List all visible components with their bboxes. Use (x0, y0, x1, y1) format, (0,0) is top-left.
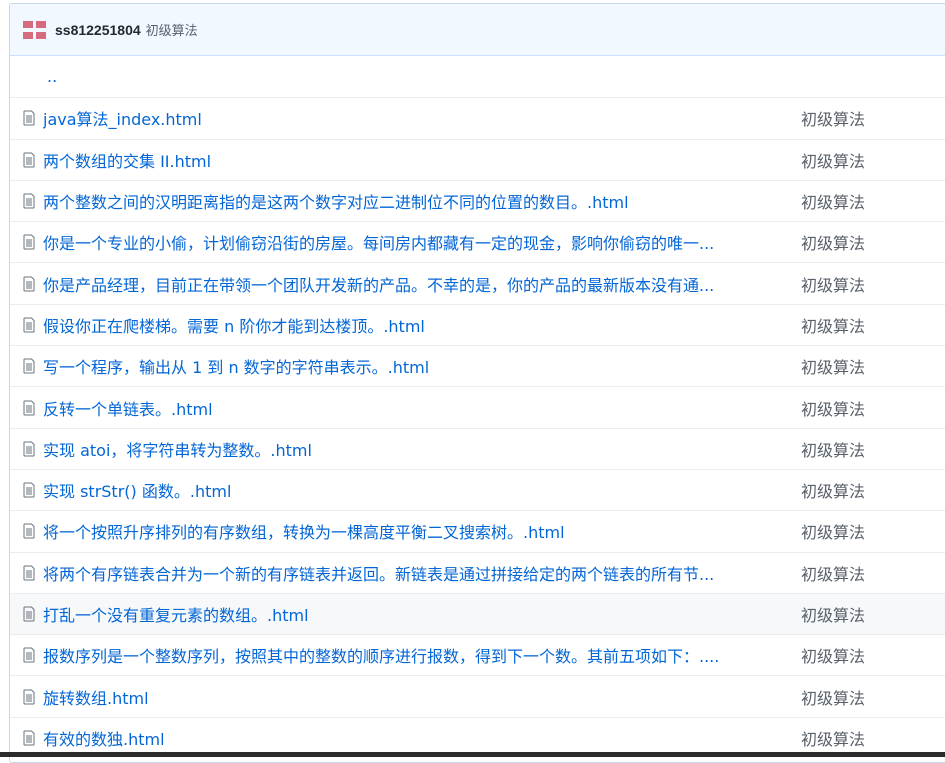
file-commit-message[interactable]: 初级算法 (801, 189, 865, 213)
file-icon (22, 358, 36, 374)
file-name-link[interactable]: 实现 atoi，将字符串转为整数。.html (43, 437, 781, 461)
file-row[interactable]: 报数序列是一个整数序列，按照其中的整数的顺序进行报数，得到下一个数。其前五项如下… (10, 634, 945, 675)
file-icon (22, 606, 36, 622)
file-list: java算法_index.html 初级算法 两个数组的交集 II.html 初级算法… (10, 97, 945, 758)
file-name-link[interactable]: 将一个按照升序排列的有序数组，转换为一棵高度平衡二叉搜索树。.html (43, 519, 781, 543)
file-commit-message[interactable]: 初级算法 (801, 437, 865, 461)
file-icon (22, 234, 36, 250)
file-name-link[interactable]: 写一个程序，输出从 1 到 n 数字的字符串表示。.html (43, 354, 781, 378)
file-icon (22, 482, 36, 498)
file-name-link[interactable]: 旋转数组.html (43, 685, 781, 709)
file-icon (22, 730, 36, 746)
file-row[interactable]: java算法_index.html 初级算法 (10, 97, 945, 138)
file-icon (22, 110, 36, 126)
file-name-link[interactable]: 有效的数独.html (43, 726, 781, 750)
file-browser-panel: ss812251804 初级算法 .. java算法_index.html 初级算… (9, 3, 945, 763)
file-row[interactable]: 两个整数之间的汉明距离指的是这两个数字对应二进制位不同的位置的数目。.html 初… (10, 179, 945, 221)
latest-commit-header: ss812251804 初级算法 (10, 4, 945, 56)
file-icon (22, 152, 36, 168)
taskbar-edge (0, 752, 945, 757)
file-icon (22, 276, 36, 292)
file-icon (22, 441, 36, 457)
file-row[interactable]: 反转一个单链表。.html 初级算法 (10, 386, 945, 427)
file-commit-message[interactable]: 初级算法 (801, 519, 865, 543)
file-row[interactable]: 将两个有序链表合并为一个新的有序链表并返回。新链表是通过拼接给定的两个链表的所有… (10, 551, 945, 593)
file-icon (22, 689, 36, 705)
user-avatar-icon[interactable] (23, 20, 46, 39)
file-icon (22, 193, 36, 209)
file-row[interactable]: 你是产品经理，目前正在带领一个团队开发新的产品。不幸的是，你的产品的最新版本没有… (10, 262, 945, 303)
file-commit-message[interactable]: 初级算法 (801, 396, 865, 420)
parent-directory-link[interactable]: .. (47, 67, 57, 86)
file-icon (22, 317, 36, 333)
file-commit-message[interactable]: 初级算法 (801, 106, 865, 130)
commit-author[interactable]: ss812251804 (55, 22, 141, 38)
file-commit-message[interactable]: 初级算法 (801, 685, 865, 709)
file-name-link[interactable]: 打乱一个没有重复元素的数组。.html (43, 602, 781, 626)
file-commit-message[interactable]: 初级算法 (801, 230, 865, 254)
file-commit-message[interactable]: 初级算法 (801, 272, 865, 296)
file-icon (22, 523, 36, 539)
file-name-link[interactable]: 假设你正在爬楼梯。需要 n 阶你才能到达楼顶。.html (43, 313, 781, 337)
file-row[interactable]: 实现 atoi，将字符串转为整数。.html 初级算法 (10, 427, 945, 469)
file-commit-message[interactable]: 初级算法 (801, 313, 865, 337)
file-commit-message[interactable]: 初级算法 (801, 726, 865, 750)
file-name-link[interactable]: 反转一个单链表。.html (43, 396, 781, 420)
file-name-link[interactable]: 两个数组的交集 II.html (43, 148, 781, 172)
file-name-link[interactable]: 报数序列是一个整数序列，按照其中的整数的顺序进行报数，得到下一个数。其前五项如下… (43, 643, 781, 667)
file-commit-message[interactable]: 初级算法 (801, 643, 865, 667)
file-commit-message[interactable]: 初级算法 (801, 602, 865, 626)
file-row[interactable]: 假设你正在爬楼梯。需要 n 阶你才能到达楼顶。.html 初级算法 (10, 303, 945, 345)
file-row[interactable]: 打乱一个没有重复元素的数组。.html 初级算法 (10, 592, 945, 635)
file-row[interactable]: 旋转数组.html 初级算法 (10, 675, 945, 716)
file-name-link[interactable]: 你是一个专业的小偷，计划偷窃沿街的房屋。每间房内都藏有一定的现金，影响你偷窃的唯… (43, 230, 781, 254)
file-icon (22, 565, 36, 581)
file-commit-message[interactable]: 初级算法 (801, 148, 865, 172)
file-name-link[interactable]: java算法_index.html (43, 106, 781, 130)
file-name-link[interactable]: 将两个有序链表合并为一个新的有序链表并返回。新链表是通过拼接给定的两个链表的所有… (43, 561, 781, 585)
file-commit-message[interactable]: 初级算法 (801, 561, 865, 585)
file-name-link[interactable]: 两个整数之间的汉明距离指的是这两个数字对应二进制位不同的位置的数目。.html (43, 189, 781, 213)
file-commit-message[interactable]: 初级算法 (801, 354, 865, 378)
file-row[interactable]: 实现 strStr() 函数。.html 初级算法 (10, 468, 945, 510)
file-icon (22, 647, 36, 663)
file-row[interactable]: 你是一个专业的小偷，计划偷窃沿街的房屋。每间房内都藏有一定的现金，影响你偷窃的唯… (10, 221, 945, 262)
file-row[interactable]: 两个数组的交集 II.html 初级算法 (10, 138, 945, 180)
file-row[interactable]: 写一个程序，输出从 1 到 n 数字的字符串表示。.html 初级算法 (10, 345, 945, 386)
parent-directory-row[interactable]: .. (10, 56, 945, 97)
file-row[interactable]: 将一个按照升序排列的有序数组，转换为一棵高度平衡二叉搜索树。.html 初级算法 (10, 510, 945, 551)
file-name-link[interactable]: 实现 strStr() 函数。.html (43, 478, 781, 502)
file-name-link[interactable]: 你是产品经理，目前正在带领一个团队开发新的产品。不幸的是，你的产品的最新版本没有… (43, 272, 781, 296)
file-icon (22, 400, 36, 416)
commit-message[interactable]: 初级算法 (146, 20, 198, 39)
file-commit-message[interactable]: 初级算法 (801, 478, 865, 502)
